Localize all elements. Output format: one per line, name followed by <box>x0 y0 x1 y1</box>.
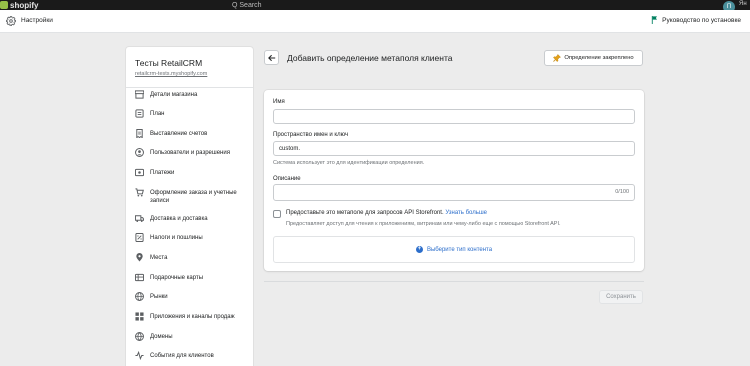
sidebar-item-payments[interactable]: Платежи <box>126 168 253 188</box>
sidebar-item-locations[interactable]: Места <box>126 253 253 273</box>
store-name: Тесты RetailCRM <box>135 58 203 68</box>
user-icon <box>135 148 144 157</box>
sidebar-item-plan[interactable]: План <box>126 109 253 129</box>
billing-icon <box>136 129 143 138</box>
flag-icon <box>651 16 658 24</box>
setup-guide-label: Руководство по установке <box>662 16 741 24</box>
sidebar-item-label: Рынки <box>150 294 168 300</box>
sidebar-item-apps[interactable]: Приложения и каналы продаж <box>126 312 253 332</box>
gear-icon <box>6 16 16 26</box>
divider <box>126 87 253 88</box>
name-label: Имя <box>273 99 285 105</box>
sidebar-item-label: Домены <box>150 334 173 340</box>
events-icon <box>135 351 144 360</box>
sidebar-item-label: Места <box>150 255 168 261</box>
sidebar-item-shipping[interactable]: Доставка и доставка <box>126 214 253 233</box>
location-icon <box>136 253 143 262</box>
save-button[interactable]: Сохранить <box>599 290 643 304</box>
namespace-key-input[interactable]: custom. <box>273 141 635 156</box>
settings-header: Настройки Руководство по установке <box>0 10 750 33</box>
sidebar-item-label: Оформление заказа и учетные записи <box>150 190 237 204</box>
sidebar-item-label: Доставка и доставка <box>150 216 208 222</box>
sidebar-item-customer-events[interactable]: События для клиентов <box>126 351 253 366</box>
sidebar-item-label: Налоги и пошлины <box>150 235 203 241</box>
description-input[interactable]: 0/100 <box>273 184 635 201</box>
sidebar-item-users[interactable]: Пользователи и разрешения <box>126 148 253 168</box>
taxes-icon <box>135 233 144 242</box>
sidebar-item-label: План <box>150 111 165 117</box>
sidebar-item-domains[interactable]: Домены <box>126 332 253 351</box>
brand-name: shopify <box>10 1 39 10</box>
description-label: Описание <box>273 176 301 182</box>
name-input[interactable] <box>273 109 635 124</box>
storefront-api-help: Предоставляет доступ для чтения к прилож… <box>286 221 561 227</box>
user-name[interactable]: Ян <box>739 1 747 7</box>
namespace-label: Пространство имен и ключ <box>273 132 349 138</box>
storefront-api-text: Предоставьте это метаполе для запросов A… <box>286 210 444 216</box>
pin-icon <box>553 54 562 62</box>
checkout-icon <box>135 188 144 197</box>
sidebar-item-billing[interactable]: Выставление счетов <box>126 129 253 148</box>
top-bar: shopify Q Search П Ян <box>0 0 750 10</box>
avatar[interactable]: П <box>723 1 735 10</box>
search-bar[interactable]: Q Search <box>232 2 262 9</box>
description-counter: 0/100 <box>615 189 629 195</box>
sidebar-item-store-details[interactable]: Детали магазина <box>126 90 253 109</box>
pinned-label: Определение закреплено <box>564 55 634 61</box>
sidebar-item-taxes[interactable]: Налоги и пошлины <box>126 233 253 253</box>
sidebar-item-label: Платежи <box>150 170 175 176</box>
plan-icon <box>135 109 144 118</box>
back-button[interactable] <box>264 50 279 65</box>
select-content-type-button[interactable]: + Выберите тип контента <box>273 236 635 263</box>
globe-icon <box>135 292 144 301</box>
storefront-api-checkbox[interactable] <box>273 210 281 218</box>
learn-more-link[interactable]: Узнать больше <box>445 210 487 216</box>
sidebar-item-label: Подарочные карты <box>150 275 204 281</box>
arrow-left-icon <box>267 54 275 61</box>
sidebar-item-label: События для клиентов <box>150 353 214 359</box>
sidebar-item-label: Выставление счетов <box>150 131 208 137</box>
settings-title: Настройки <box>21 17 53 24</box>
sidebar-item-gift-cards[interactable]: Подарочные карты <box>126 273 253 292</box>
metafield-form-card: Имя Пространство имен и ключ custom. Сис… <box>264 90 644 271</box>
namespace-help-text: Система использует это для идентификации… <box>273 160 425 166</box>
store-icon <box>135 90 144 99</box>
storefront-api-label: Предоставьте это метаполе для запросов A… <box>286 210 487 216</box>
sidebar-item-markets[interactable]: Рынки <box>126 292 253 312</box>
shipping-icon <box>135 215 144 223</box>
payments-icon <box>135 168 144 177</box>
shopify-logo-icon <box>0 1 8 9</box>
sidebar-item-label: Приложения и каналы продаж <box>150 314 235 320</box>
store-url[interactable]: retailcrm-tests.myshopify.com <box>135 71 207 77</box>
domain-icon <box>135 332 144 341</box>
sidebar-nav: Детали магазина План Выставление счетов … <box>126 90 253 366</box>
sidebar-item-checkout[interactable]: Оформление заказа и учетные записи <box>126 188 253 214</box>
gift-card-icon <box>135 273 144 282</box>
settings-sidebar: Тесты RetailCRM retailcrm-tests.myshopif… <box>126 47 253 366</box>
select-content-type-label: Выберите тип контента <box>426 246 493 253</box>
setup-guide-button[interactable]: Руководство по установке <box>651 16 741 24</box>
plus-circle-icon: + <box>415 246 423 253</box>
sidebar-item-label: Пользователи и разрешения <box>150 150 230 156</box>
divider <box>264 281 644 282</box>
page-header: Добавить определение метаполя клиента Оп… <box>264 50 644 66</box>
pinned-definition-button[interactable]: Определение закреплено <box>544 50 643 66</box>
apps-icon <box>135 312 144 321</box>
sidebar-item-label: Детали магазина <box>150 92 198 98</box>
page-title: Добавить определение метаполя клиента <box>287 53 453 63</box>
